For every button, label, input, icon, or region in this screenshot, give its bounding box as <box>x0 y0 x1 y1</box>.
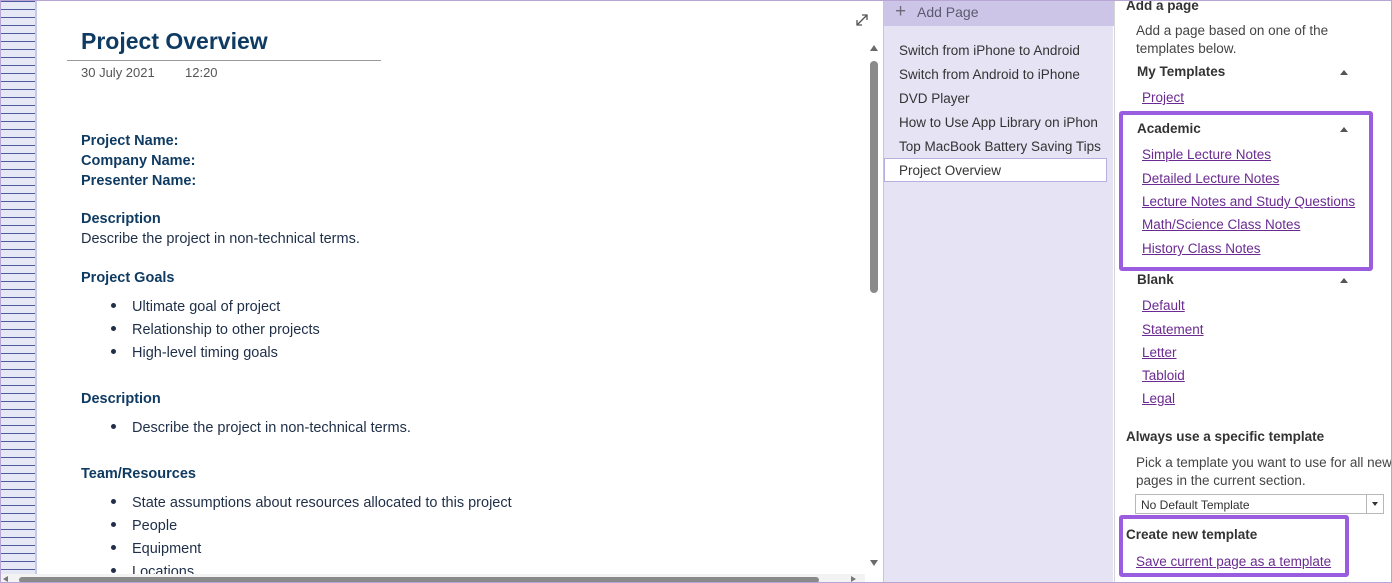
bullet-icon <box>111 325 116 331</box>
team-text: Equipment <box>132 541 202 557</box>
template-link-lecture-notes-study-questions[interactable]: Lecture Notes and Study Questions <box>1142 194 1355 209</box>
page-list-item[interactable]: DVD Player <box>899 91 1111 106</box>
bullet-icon <box>111 302 116 308</box>
notebook-ruled-edge <box>1 1 37 582</box>
team-bullet[interactable]: People <box>111 518 177 534</box>
description2-bullet[interactable]: Describe the project in non-technical te… <box>111 420 411 436</box>
default-template-value: No Default Template <box>1141 498 1250 512</box>
goal-text: High-level timing goals <box>132 345 278 361</box>
scroll-right-arrow-icon[interactable] <box>851 576 856 582</box>
onenote-window: Project Overview 30 July 2021 12:20 Proj… <box>0 0 1392 583</box>
template-link-statement[interactable]: Statement <box>1142 322 1204 337</box>
description2-heading[interactable]: Description <box>81 391 161 407</box>
add-page-button[interactable]: + Add Page <box>884 1 1114 26</box>
scroll-down-arrow-icon[interactable] <box>870 560 878 566</box>
my-templates-heading[interactable]: My Templates <box>1137 64 1225 79</box>
goal-bullet[interactable]: Ultimate goal of project <box>111 299 280 315</box>
bullet-icon <box>111 544 116 550</box>
team-bullet[interactable]: Equipment <box>111 541 201 557</box>
caret-up-icon[interactable] <box>1340 70 1348 75</box>
template-link-default[interactable]: Default <box>1142 298 1185 313</box>
default-template-dropdown[interactable]: No Default Template <box>1135 494 1384 514</box>
team-text: People <box>132 518 178 534</box>
bullet-icon <box>111 498 116 504</box>
field-company-name[interactable]: Company Name: <box>81 153 195 169</box>
save-current-page-as-template-link[interactable]: Save current page as a template <box>1136 554 1331 569</box>
academic-heading[interactable]: Academic <box>1137 121 1201 136</box>
title-underline <box>67 60 381 61</box>
templates-intro-line2: templates below. <box>1136 41 1237 56</box>
page-list-item[interactable]: How to Use App Library on iPhon <box>899 115 1111 130</box>
project-goals-heading[interactable]: Project Goals <box>81 270 174 286</box>
expand-icon[interactable] <box>853 11 871 29</box>
caret-up-icon[interactable] <box>1340 127 1348 132</box>
page-date: 30 July 2021 <box>81 65 155 80</box>
description2-text: Describe the project in non-technical te… <box>132 420 411 436</box>
scroll-left-arrow-icon[interactable] <box>3 576 8 582</box>
field-presenter-name[interactable]: Presenter Name: <box>81 173 196 189</box>
page-list-item-selected[interactable]: Project Overview <box>899 163 1111 178</box>
always-use-template-heading: Always use a specific template <box>1126 429 1325 444</box>
templates-intro-line1: Add a page based on one of the <box>1136 23 1329 38</box>
goal-text: Relationship to other projects <box>132 322 320 338</box>
description-heading[interactable]: Description <box>81 211 161 227</box>
team-bullet[interactable]: State assumptions about resources alloca… <box>111 495 512 511</box>
page-list-item[interactable]: Top MacBook Battery Saving Tips <box>899 139 1111 154</box>
scroll-up-arrow-icon[interactable] <box>870 45 878 51</box>
templates-pane: Add a page Add a page based on one of th… <box>1114 0 1392 582</box>
bullet-icon <box>111 521 116 527</box>
template-link-project[interactable]: Project <box>1142 90 1184 105</box>
add-a-page-heading: Add a page <box>1126 0 1199 13</box>
template-link-letter[interactable]: Letter <box>1142 345 1177 360</box>
template-link-tabloid[interactable]: Tabloid <box>1142 368 1185 383</box>
caret-up-icon[interactable] <box>1340 278 1348 283</box>
add-page-label: Add Page <box>917 4 979 20</box>
description-text[interactable]: Describe the project in non-technical te… <box>81 231 360 247</box>
template-link-detailed-lecture-notes[interactable]: Detailed Lecture Notes <box>1142 171 1279 186</box>
page-list-item[interactable]: Switch from Android to iPhone <box>899 67 1111 82</box>
vertical-scrollbar[interactable] <box>865 39 883 571</box>
page-list-item[interactable]: Switch from iPhone to Android <box>899 43 1111 58</box>
team-text: State assumptions about resources alloca… <box>132 495 512 511</box>
template-link-simple-lecture-notes[interactable]: Simple Lecture Notes <box>1142 147 1271 162</box>
page-title[interactable]: Project Overview <box>81 28 268 55</box>
bullet-icon <box>111 423 116 429</box>
field-project-name[interactable]: Project Name: <box>81 133 179 149</box>
vertical-scroll-thumb[interactable] <box>870 61 878 293</box>
always-use-line1: Pick a template you want to use for all … <box>1136 455 1392 470</box>
bullet-icon <box>111 348 116 354</box>
template-link-legal[interactable]: Legal <box>1142 391 1175 406</box>
dropdown-arrow-icon[interactable] <box>1366 495 1383 513</box>
template-link-math-science-class-notes[interactable]: Math/Science Class Notes <box>1142 217 1300 232</box>
goal-text: Ultimate goal of project <box>132 299 281 315</box>
page-list-pane: + Add Page Switch from iPhone to Android… <box>883 1 1114 582</box>
goal-bullet[interactable]: High-level timing goals <box>111 345 278 361</box>
horizontal-scroll-thumb[interactable] <box>19 577 819 582</box>
always-use-line2: pages in the current section. <box>1136 473 1306 488</box>
note-page-canvas[interactable]: Project Overview 30 July 2021 12:20 Proj… <box>39 1 865 577</box>
plus-icon: + <box>895 1 907 22</box>
horizontal-scrollbar[interactable] <box>1 574 865 582</box>
page-time: 12:20 <box>185 65 218 80</box>
create-new-template-heading: Create new template <box>1126 527 1258 542</box>
bullet-icon <box>111 567 116 573</box>
goal-bullet[interactable]: Relationship to other projects <box>111 322 320 338</box>
team-resources-heading[interactable]: Team/Resources <box>81 466 196 482</box>
blank-heading[interactable]: Blank <box>1137 272 1174 287</box>
template-link-history-class-notes[interactable]: History Class Notes <box>1142 241 1261 256</box>
